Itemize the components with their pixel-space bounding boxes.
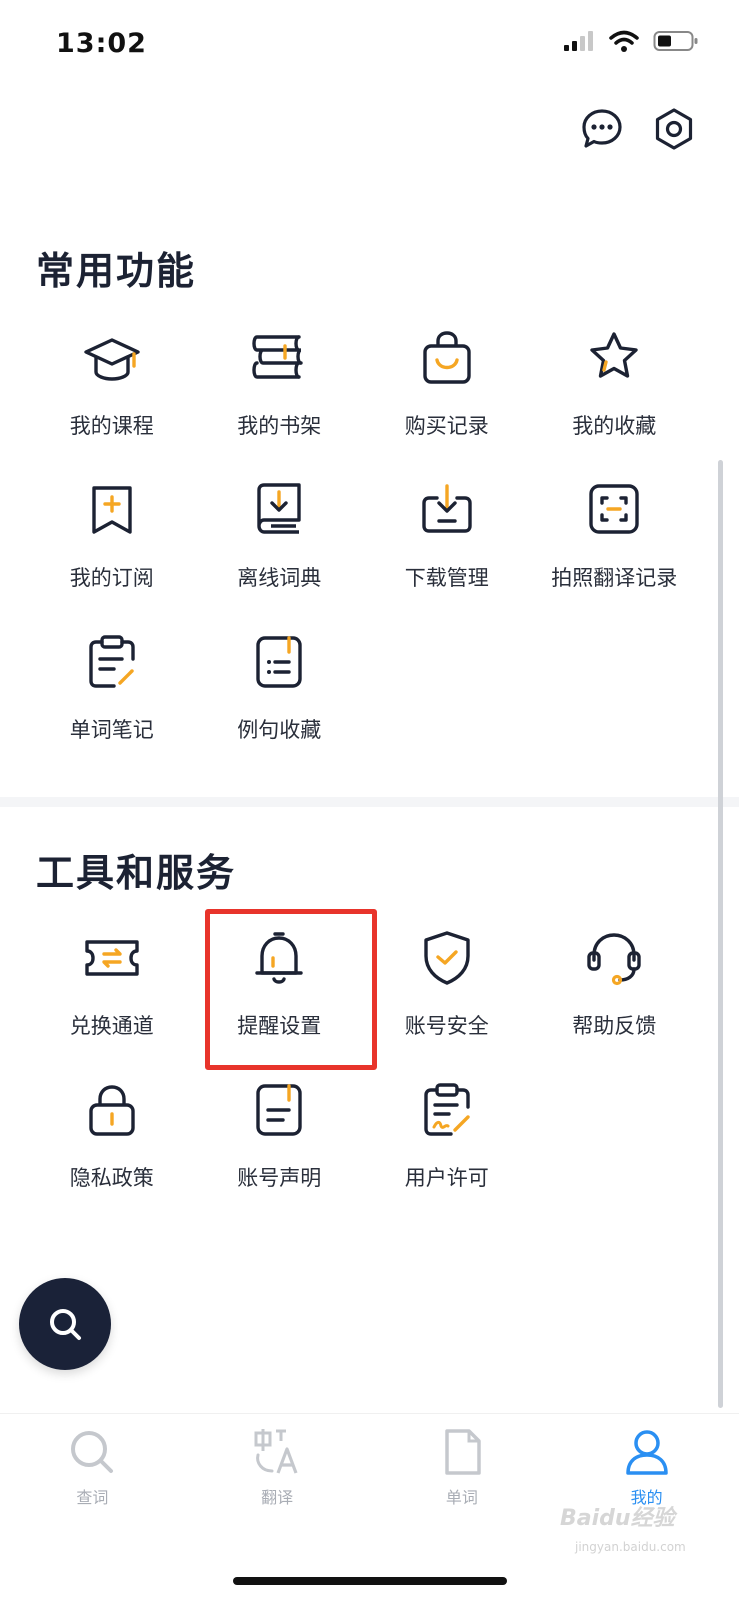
grid-item-label: 拍照翻译记录	[551, 566, 678, 590]
grid-item-label: 购买记录	[404, 414, 489, 438]
shopping-bag-icon	[417, 328, 477, 388]
section-title-common: 常用功能	[36, 249, 197, 293]
grid-item-label: 我的课程	[69, 414, 154, 438]
messages-button[interactable]	[578, 105, 626, 153]
subscribe-bookmark-icon	[82, 480, 142, 540]
grid-item-redeem-channel[interactable]: 兑换通道	[28, 922, 196, 1074]
grid-item-help-feedback[interactable]: 帮助反馈	[531, 922, 699, 1074]
signed-document-icon	[417, 1080, 477, 1140]
shield-check-icon	[417, 928, 477, 988]
settings-button[interactable]	[650, 105, 698, 153]
grid-item-my-favorites[interactable]: 我的收藏	[531, 322, 699, 474]
grid-item-purchase-history[interactable]: 购买记录	[363, 322, 531, 474]
wifi-icon	[609, 30, 639, 52]
grid-item-label: 我的收藏	[572, 414, 657, 438]
status-bar: 13:02	[0, 0, 739, 95]
grid-item-label: 我的订阅	[69, 566, 154, 590]
grid-item-account-security[interactable]: 账号安全	[363, 922, 531, 1074]
grid-item-reminder-settings[interactable]: 提醒设置	[196, 922, 364, 1074]
document-icon	[249, 1080, 309, 1140]
translate-icon	[251, 1426, 303, 1478]
bell-icon	[249, 928, 309, 988]
grid-item-photo-translation-history[interactable]: 拍照翻译记录	[531, 474, 699, 626]
signal-icon	[564, 31, 593, 51]
battery-icon	[653, 31, 698, 51]
status-time: 13:02	[56, 28, 147, 59]
grid-item-my-courses[interactable]: 我的课程	[28, 322, 196, 474]
headset-icon	[584, 928, 644, 988]
grid-item-offline-dictionary[interactable]: 离线词典	[196, 474, 364, 626]
grid-item-privacy-policy[interactable]: 隐私政策	[28, 1074, 196, 1226]
tab-label: 翻译	[261, 1488, 294, 1507]
lock-icon	[82, 1080, 142, 1140]
grid-item-my-bookshelf[interactable]: 我的书架	[196, 322, 364, 474]
star-icon	[584, 328, 644, 388]
floating-search-button[interactable]	[19, 1278, 111, 1370]
search-icon	[50, 1309, 81, 1340]
grid-item-user-license[interactable]: 用户许可	[363, 1074, 531, 1226]
section-title-tools: 工具和服务	[36, 851, 237, 895]
tab-lookup[interactable]: 查词	[0, 1414, 185, 1600]
status-icons	[563, 30, 699, 52]
grid-item-label: 帮助反馈	[572, 1014, 657, 1038]
grid-item-label: 隐私政策	[69, 1166, 154, 1190]
download-tray-icon	[417, 480, 477, 540]
common-functions-grid: 我的课程 我的书架 购买记录 我的收藏 我的订阅 离线词典 下载管理 拍照翻译记…	[28, 322, 698, 778]
grid-item-label: 提醒设置	[237, 1014, 322, 1038]
search-icon	[66, 1426, 118, 1478]
grid-item-my-subscriptions[interactable]: 我的订阅	[28, 474, 196, 626]
note-edit-icon	[82, 632, 142, 692]
tools-services-grid: 兑换通道 提醒设置 账号安全 帮助反馈 隐私政策 账号声明 用户许可	[28, 922, 698, 1226]
word-card-icon	[436, 1426, 488, 1478]
hexagon-gear-icon	[655, 108, 693, 150]
offline-dictionary-icon	[249, 480, 309, 540]
tab-label: 单词	[445, 1488, 478, 1507]
grid-item-label: 离线词典	[237, 566, 322, 590]
chat-bubble-icon	[582, 109, 622, 148]
section-divider	[0, 797, 739, 807]
ticket-exchange-icon	[82, 928, 142, 988]
bookshelf-icon	[249, 328, 309, 388]
grid-item-account-statement[interactable]: 账号声明	[196, 1074, 364, 1226]
sentence-list-icon	[249, 632, 309, 692]
profile-icon	[621, 1426, 673, 1478]
grid-item-word-notes[interactable]: 单词笔记	[28, 626, 196, 778]
watermark-url: jingyan.baidu.com	[575, 1540, 686, 1554]
grid-item-label: 兑换通道	[69, 1014, 154, 1038]
watermark-logo: Baidu经验	[560, 1506, 675, 1531]
graduation-cap-icon	[82, 328, 142, 388]
grid-item-label: 我的书架	[237, 414, 322, 438]
grid-item-label: 单词笔记	[69, 718, 154, 742]
tab-words[interactable]: 单词	[370, 1414, 555, 1600]
scrollbar[interactable]	[718, 460, 723, 1408]
grid-item-label: 用户许可	[404, 1166, 489, 1190]
grid-item-label: 下载管理	[404, 566, 489, 590]
tab-translate[interactable]: 翻译	[185, 1414, 370, 1600]
grid-item-label: 账号声明	[237, 1166, 322, 1190]
grid-item-label: 例句收藏	[237, 718, 322, 742]
grid-item-label: 账号安全	[404, 1014, 489, 1038]
tab-label: 查词	[76, 1488, 109, 1507]
grid-item-sentence-favorites[interactable]: 例句收藏	[196, 626, 364, 778]
camera-scan-icon	[584, 480, 644, 540]
home-indicator[interactable]	[233, 1577, 507, 1585]
grid-item-download-manager[interactable]: 下载管理	[363, 474, 531, 626]
